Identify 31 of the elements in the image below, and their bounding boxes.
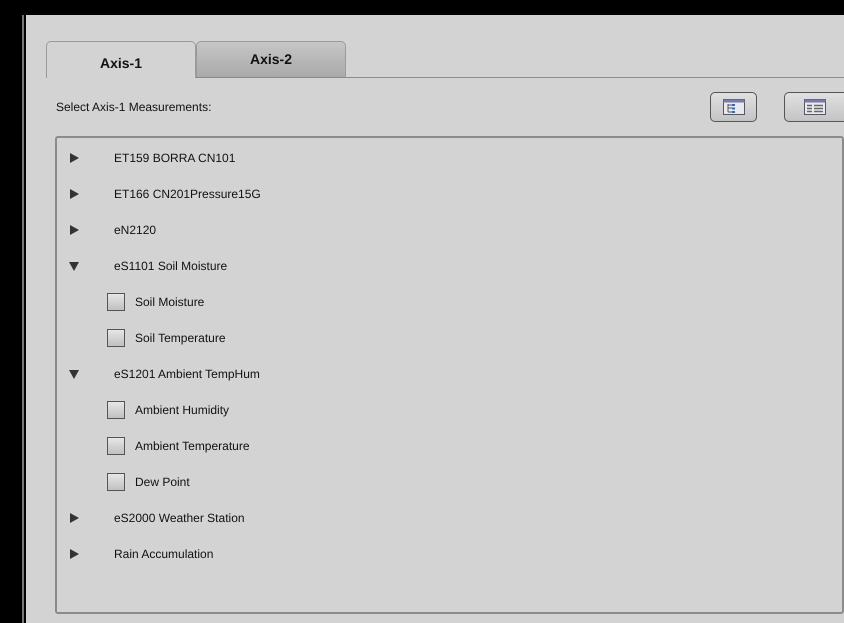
tree-node[interactable]: eS2000 Weather Station <box>114 511 245 525</box>
expand-arrow-icon[interactable] <box>69 513 79 523</box>
checkbox-label: Ambient Temperature <box>135 439 250 453</box>
tree-window-icon <box>722 99 744 115</box>
checkbox[interactable] <box>107 293 125 311</box>
tab[interactable]: Axis-1 <box>46 41 196 78</box>
tree-node[interactable]: eN2120 <box>114 223 156 237</box>
tree-view-button[interactable] <box>710 92 757 122</box>
checkbox[interactable] <box>107 401 125 419</box>
tab[interactable]: Axis-2 <box>196 41 346 77</box>
checkbox[interactable] <box>107 329 125 347</box>
list-window-icon <box>804 99 826 115</box>
checkbox[interactable] <box>107 473 125 491</box>
checkbox-label: Soil Moisture <box>135 295 204 309</box>
collapse-arrow-icon[interactable] <box>69 369 79 379</box>
prompt-label: Select Axis-1 Measurements: <box>56 100 212 114</box>
checkbox-label: Soil Temperature <box>135 331 226 345</box>
checkbox-label: Dew Point <box>135 475 190 489</box>
expand-arrow-icon[interactable] <box>69 225 79 235</box>
tree-node[interactable]: Rain Accumulation <box>114 547 214 561</box>
tree-node[interactable]: eS1101 Soil Moisture <box>114 259 228 273</box>
expand-arrow-icon[interactable] <box>69 153 79 163</box>
collapse-arrow-icon[interactable] <box>69 261 79 271</box>
expand-arrow-icon[interactable] <box>69 549 79 559</box>
expand-arrow-icon[interactable] <box>69 189 79 199</box>
tree-node[interactable]: ET166 CN201Pressure15G <box>114 187 261 201</box>
tree-node[interactable]: ET159 BORRA CN101 <box>114 151 236 165</box>
list-view-button[interactable] <box>784 92 844 122</box>
tree-node[interactable]: eS1201 Ambient TempHum <box>114 367 260 381</box>
checkbox[interactable] <box>107 437 125 455</box>
checkbox-label: Ambient Humidity <box>135 403 230 417</box>
